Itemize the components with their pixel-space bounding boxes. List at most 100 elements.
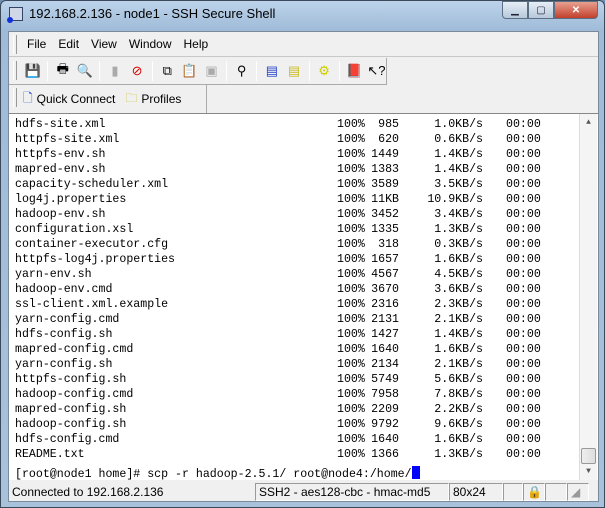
transfer-rate: 1.6KB/s	[434, 433, 483, 446]
transfer-rate: 1.4KB/s	[434, 328, 483, 341]
minimize-button[interactable]: ▁	[502, 1, 528, 19]
menu-window[interactable]: Window	[129, 37, 172, 51]
file-name: README.txt	[15, 448, 85, 461]
quick-connect-icon[interactable]: 🗋	[23, 89, 33, 110]
profiles-button[interactable]: Profiles	[141, 92, 181, 106]
menu-bar: File Edit View Window Help	[9, 32, 598, 57]
elapsed-time: 00:00	[506, 193, 541, 206]
menu-help[interactable]: Help	[184, 37, 209, 51]
print-icon[interactable]: 🖶	[53, 61, 72, 81]
disabled-connect-icon[interactable]: ⊘	[128, 61, 147, 81]
percent: 100%	[337, 298, 365, 311]
disconnect-icon[interactable]: ▮	[105, 61, 124, 81]
transfer-rate: 1.4KB/s	[434, 163, 483, 176]
terminal[interactable]: ▲ ▼ hdfs-site.xml 100% 985 1.0KB/s 00:00 http…	[9, 113, 598, 481]
menu-view[interactable]: View	[91, 37, 117, 51]
find-icon[interactable]: ⚲	[232, 61, 251, 81]
file-name: mapred-config.sh	[15, 403, 127, 416]
elapsed-time: 00:00	[506, 223, 541, 236]
help-book-icon[interactable]: 📕	[345, 61, 364, 81]
transfer-row: hadoop-config.sh 100% 9792 9.6KB/s 00:00	[9, 418, 579, 433]
connection-status: Connected to 192.168.2.136	[12, 485, 164, 499]
settings-icon[interactable]: ⚙	[315, 61, 334, 81]
elapsed-time: 00:00	[506, 163, 541, 176]
file-name: ssl-client.xml.example	[15, 298, 169, 311]
percent: 100%	[337, 328, 365, 341]
percent: 100%	[337, 208, 365, 221]
file-size: 1657	[371, 253, 399, 266]
file-name: mapred-env.sh	[15, 163, 106, 176]
transfer-rate: 1.0KB/s	[434, 118, 483, 131]
percent: 100%	[337, 433, 365, 446]
file-size: 3670	[371, 283, 399, 296]
paste-disabled-icon[interactable]: ▣	[202, 61, 221, 81]
elapsed-time: 00:00	[506, 118, 541, 131]
elapsed-time: 00:00	[506, 388, 541, 401]
file-name: hdfs-site.xml	[15, 118, 106, 131]
transfer-row: httpfs-site.xml 100% 620 0.6KB/s 00:00	[9, 133, 579, 148]
file-name: mapred-config.cmd	[15, 343, 134, 356]
menu-edit[interactable]: Edit	[58, 37, 79, 51]
context-help-icon[interactable]: ↖?	[367, 61, 386, 81]
print-preview-icon[interactable]: 🔍	[75, 61, 94, 81]
terminal-size: 80x24	[449, 483, 503, 501]
folder-icon[interactable]: 🗀	[125, 89, 137, 110]
elapsed-time: 00:00	[506, 313, 541, 326]
save-icon[interactable]: 💾	[23, 61, 42, 81]
file-name: hadoop-env.cmd	[15, 283, 113, 296]
transfer-rate: 1.6KB/s	[434, 253, 483, 266]
menubar-grip	[13, 35, 17, 54]
transfer-rate: 0.6KB/s	[434, 133, 483, 146]
file-size: 11KB	[371, 193, 399, 206]
toolbar-grip	[13, 61, 17, 80]
transfer-rate: 0.3KB/s	[434, 238, 483, 251]
status-bar: Connected to 192.168.2.136 SSH2 - aes128…	[9, 482, 598, 502]
vertical-scrollbar[interactable]: ▲ ▼	[579, 114, 597, 480]
transfer-row: httpfs-config.sh 100% 5749 5.6KB/s 00:00	[9, 373, 579, 388]
transfer-rate: 7.8KB/s	[434, 388, 483, 401]
copy-icon[interactable]: ⧉	[158, 61, 177, 81]
separator	[47, 61, 49, 81]
transfer-row: container-executor.cfg 100% 318 0.3KB/s 00:0…	[9, 238, 579, 253]
transfer-row: README.txt 100% 1366 1.3KB/s 00:00	[9, 448, 579, 463]
file-size: 985	[378, 118, 399, 131]
transfer-rate: 3.4KB/s	[434, 208, 483, 221]
percent: 100%	[337, 373, 365, 386]
resize-grip-icon[interactable]: ◢	[567, 483, 589, 501]
scroll-up-arrow[interactable]: ▲	[580, 114, 597, 131]
percent: 100%	[337, 133, 365, 146]
paste-icon[interactable]: 📋	[180, 61, 199, 81]
close-button[interactable]: ✕	[554, 1, 598, 19]
maximize-button[interactable]: ▢	[528, 1, 554, 19]
percent: 100%	[337, 343, 365, 356]
percent: 100%	[337, 268, 365, 281]
file-size: 1383	[371, 163, 399, 176]
transfer-rate: 10.9KB/s	[427, 193, 483, 206]
transfer-row: mapred-config.sh 100% 2209 2.2KB/s 00:00	[9, 403, 579, 418]
prompt-text: [root@node1 home]# scp -r hadoop-2.5.1/ …	[15, 468, 412, 481]
elapsed-time: 00:00	[506, 178, 541, 191]
file-size: 2134	[371, 358, 399, 371]
scroll-down-arrow[interactable]: ▼	[580, 463, 597, 480]
file-size: 3452	[371, 208, 399, 221]
file-name: yarn-config.sh	[15, 358, 113, 371]
quick-connect-button[interactable]: Quick Connect	[37, 92, 116, 106]
new-terminal-icon[interactable]: ▤	[262, 61, 281, 81]
separator	[338, 61, 340, 81]
elapsed-time: 00:00	[506, 403, 541, 416]
new-file-transfer-icon[interactable]: ▤	[284, 61, 303, 81]
elapsed-time: 00:00	[506, 328, 541, 341]
transfer-row: ssl-client.xml.example 100% 2316 2.3KB/s 00:…	[9, 298, 579, 313]
separator	[99, 61, 101, 81]
menu-file[interactable]: File	[27, 37, 46, 51]
transfer-rate: 1.6KB/s	[434, 343, 483, 356]
transfer-row: hdfs-site.xml 100% 985 1.0KB/s 00:00	[9, 118, 579, 133]
window-title: 192.168.2.136 - node1 - SSH Secure Shell	[29, 6, 276, 21]
percent: 100%	[337, 403, 365, 416]
quickbar-grip	[13, 88, 17, 107]
status-panel	[503, 483, 523, 501]
file-name: httpfs-log4j.properties	[15, 253, 176, 266]
transfer-rate: 9.6KB/s	[434, 418, 483, 431]
separator	[226, 61, 228, 81]
scroll-thumb[interactable]	[581, 448, 596, 464]
